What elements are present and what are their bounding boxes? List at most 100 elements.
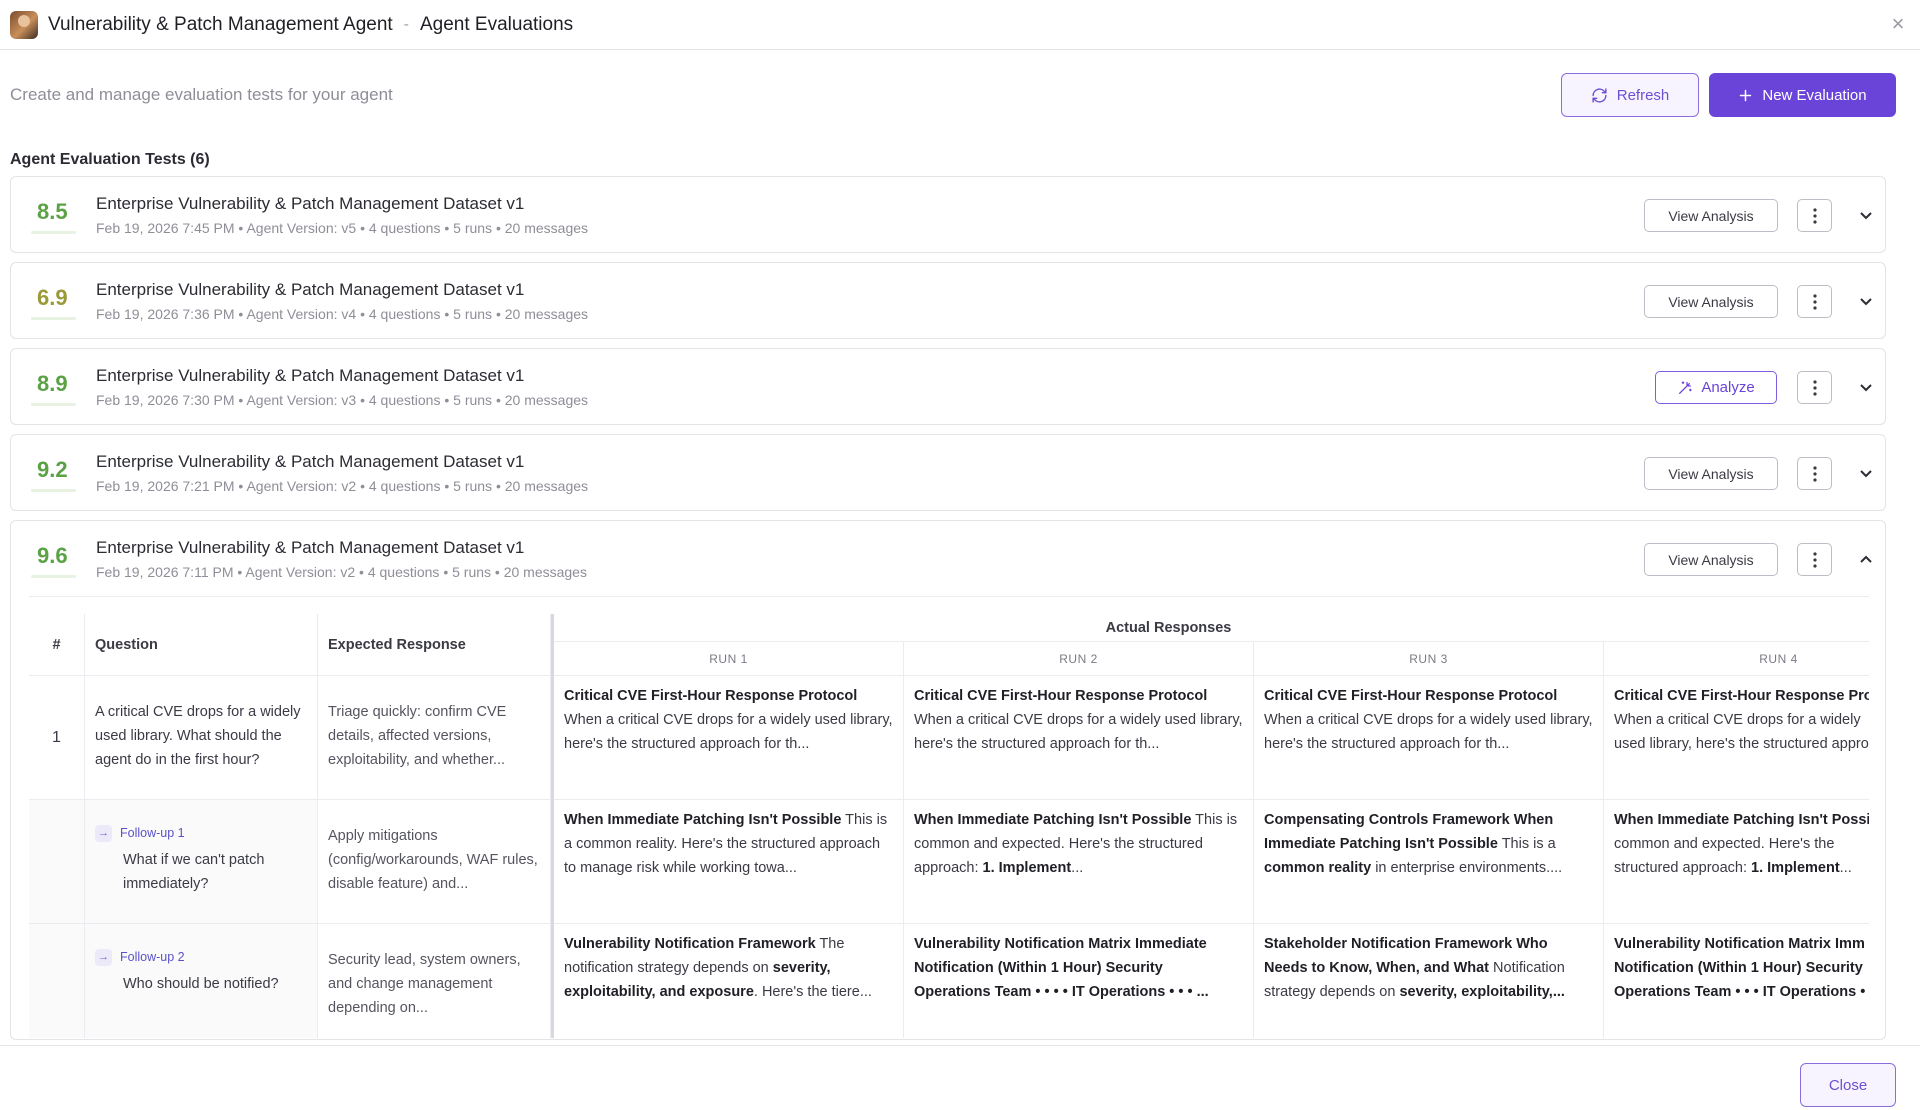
response-heading: When Immediate Patching Isn't Possi bbox=[1614, 812, 1869, 828]
response-text: When a critical CVE drops for a widely u… bbox=[1264, 712, 1593, 752]
view-analysis-button[interactable]: View Analysis bbox=[1644, 543, 1778, 576]
row-number: 1 bbox=[29, 676, 85, 800]
followup-question-cell: → Follow-up 1 What if we can't patch imme… bbox=[85, 800, 318, 924]
new-evaluation-label: New Evaluation bbox=[1762, 86, 1867, 104]
col-actual-header: Actual Responses bbox=[554, 614, 1869, 642]
arrow-right-icon: → bbox=[95, 948, 112, 966]
response-text: This is a bbox=[1501, 836, 1556, 852]
followup-label: → Follow-up 1 bbox=[85, 800, 317, 842]
arrow-right-icon: → bbox=[95, 824, 112, 842]
followup-label-text: Follow-up 1 bbox=[120, 826, 185, 840]
chevron-down-icon[interactable] bbox=[1856, 463, 1876, 483]
evaluation-meta: Feb 19, 2026 7:45 PM • Agent Version: v5… bbox=[96, 220, 589, 236]
followup-question-text: Who should be notified? bbox=[123, 976, 279, 992]
followup-question-text: What if we can't patch immediately? bbox=[123, 852, 265, 892]
response-tail: ... bbox=[1839, 860, 1852, 876]
response-cell[interactable]: Vulnerability Notification Framework The… bbox=[554, 924, 904, 1038]
evaluation-card[interactable]: 9.2 Enterprise Vulnerability & Patch Man… bbox=[10, 434, 1886, 511]
question-cell: A critical CVE drops for a widely used l… bbox=[85, 676, 318, 800]
evaluation-score: 6.9 bbox=[37, 285, 68, 310]
col-expected-header: Expected Response bbox=[318, 614, 551, 676]
response-cell[interactable]: Compensating Controls Framework When Imm… bbox=[1254, 800, 1604, 924]
evaluation-title: Enterprise Vulnerability & Patch Managem… bbox=[96, 538, 525, 557]
more-options-button[interactable] bbox=[1797, 457, 1832, 490]
refresh-icon bbox=[1592, 87, 1607, 103]
evaluation-score: 9.6 bbox=[37, 543, 68, 568]
response-emphasis: 1. Implement bbox=[982, 860, 1072, 876]
more-options-button[interactable] bbox=[1797, 543, 1832, 576]
agent-avatar bbox=[10, 10, 38, 39]
evaluation-card[interactable]: 8.9 Enterprise Vulnerability & Patch Man… bbox=[10, 348, 1886, 425]
expected-cell: Security lead, system owners, and change… bbox=[318, 924, 551, 1038]
close-icon[interactable]: × bbox=[1886, 12, 1910, 36]
evaluation-title: Enterprise Vulnerability & Patch Managem… bbox=[96, 452, 525, 471]
new-evaluation-button[interactable]: New Evaluation bbox=[1709, 73, 1896, 117]
column-divider bbox=[551, 614, 554, 1038]
evaluation-score: 9.2 bbox=[37, 457, 68, 482]
run-2-header: RUN 2 bbox=[904, 642, 1254, 676]
results-table: # Question Expected Response Actual Resp… bbox=[29, 614, 1869, 1038]
more-vertical-icon bbox=[1812, 379, 1817, 396]
evaluation-meta: Feb 19, 2026 7:11 PM • Agent Version: v2… bbox=[96, 564, 587, 580]
response-tail: in enterprise environments.... bbox=[1375, 860, 1563, 876]
evaluation-score: 8.9 bbox=[37, 371, 68, 396]
response-cell[interactable]: When Immediate Patching Isn't Possible T… bbox=[554, 800, 904, 924]
magic-wand-icon bbox=[1679, 380, 1692, 394]
view-analysis-button[interactable]: View Analysis bbox=[1644, 457, 1778, 490]
response-text: When a critical CVE drops for a widely u… bbox=[1614, 712, 1869, 752]
page-description: Create and manage evaluation tests for y… bbox=[10, 85, 393, 104]
chevron-up-icon[interactable] bbox=[1856, 549, 1876, 569]
refresh-button[interactable]: Refresh bbox=[1561, 73, 1699, 117]
response-emphasis: severity, exploitability,... bbox=[1399, 984, 1565, 1000]
evaluation-title: Enterprise Vulnerability & Patch Managem… bbox=[96, 280, 525, 299]
evaluation-title: Enterprise Vulnerability & Patch Managem… bbox=[96, 194, 525, 213]
close-button[interactable]: Close bbox=[1800, 1063, 1896, 1107]
response-heading: Vulnerability Notification Matrix Imm No… bbox=[1614, 936, 1866, 1000]
more-options-button[interactable] bbox=[1797, 285, 1832, 318]
expected-cell: Apply mitigations (config/workarounds, W… bbox=[318, 800, 551, 924]
analyze-button[interactable]: Analyze bbox=[1655, 371, 1777, 404]
response-cell[interactable]: Critical CVE First-Hour Response Protoco… bbox=[904, 676, 1254, 800]
response-text: When a critical CVE drops for a widely u… bbox=[914, 712, 1243, 752]
response-cell[interactable]: When Immediate Patching Isn't Possi is c… bbox=[1604, 800, 1869, 924]
score-bar bbox=[31, 317, 76, 320]
response-heading: When Immediate Patching Isn't Possible bbox=[564, 812, 842, 828]
evaluation-card[interactable]: 6.9 Enterprise Vulnerability & Patch Man… bbox=[10, 262, 1886, 339]
response-tail: . Here's the tiere... bbox=[753, 984, 872, 1000]
more-options-button[interactable] bbox=[1797, 371, 1832, 404]
view-analysis-button[interactable]: View Analysis bbox=[1644, 199, 1778, 232]
response-cell[interactable]: Stakeholder Notification Framework Who N… bbox=[1254, 924, 1604, 1038]
response-cell[interactable]: Critical CVE First-Hour Response Protoco… bbox=[554, 676, 904, 800]
response-cell[interactable]: When Immediate Patching Isn't Possible T… bbox=[904, 800, 1254, 924]
response-cell[interactable]: Critical CVE First-Hour Response Pro When… bbox=[1604, 676, 1869, 800]
actual-responses-label: Actual Responses bbox=[1105, 619, 1232, 636]
more-options-button[interactable] bbox=[1797, 199, 1832, 232]
followup-label-text: Follow-up 2 bbox=[120, 950, 185, 964]
more-vertical-icon bbox=[1812, 551, 1817, 568]
score-bar bbox=[31, 489, 76, 492]
evaluation-card[interactable]: 8.5 Enterprise Vulnerability & Patch Man… bbox=[10, 176, 1886, 253]
dialog-footer: Close bbox=[0, 1045, 1920, 1110]
response-cell[interactable]: Critical CVE First-Hour Response Protoco… bbox=[1254, 676, 1604, 800]
chevron-down-icon[interactable] bbox=[1856, 291, 1876, 311]
response-heading: Critical CVE First-Hour Response Protoco… bbox=[564, 688, 858, 704]
response-text: When a critical CVE drops for a widely u… bbox=[564, 712, 893, 752]
view-analysis-button[interactable]: View Analysis bbox=[1644, 285, 1778, 318]
followup-label: → Follow-up 2 bbox=[85, 924, 317, 966]
response-tail: ... bbox=[1071, 860, 1084, 876]
more-vertical-icon bbox=[1812, 207, 1817, 224]
col-question-header: Question bbox=[85, 614, 318, 676]
chevron-down-icon[interactable] bbox=[1856, 377, 1876, 397]
divider bbox=[29, 596, 1869, 597]
evaluation-card-expanded[interactable]: 9.6 Enterprise Vulnerability & Patch Man… bbox=[10, 520, 1886, 1040]
response-heading: Vulnerability Notification Matrix Immedi… bbox=[914, 936, 1209, 1000]
response-cell[interactable]: Vulnerability Notification Matrix Imm No… bbox=[1604, 924, 1869, 1038]
plus-icon bbox=[1740, 89, 1752, 101]
score-bar bbox=[31, 575, 76, 578]
run-4-header: RUN 4 bbox=[1604, 642, 1869, 676]
chevron-down-icon[interactable] bbox=[1856, 205, 1876, 225]
run-1-header: RUN 1 bbox=[554, 642, 904, 676]
page-title: Agent Evaluations bbox=[420, 13, 574, 35]
expected-cell: Triage quickly: confirm CVE details, aff… bbox=[318, 676, 551, 800]
response-cell[interactable]: Vulnerability Notification Matrix Immedi… bbox=[904, 924, 1254, 1038]
